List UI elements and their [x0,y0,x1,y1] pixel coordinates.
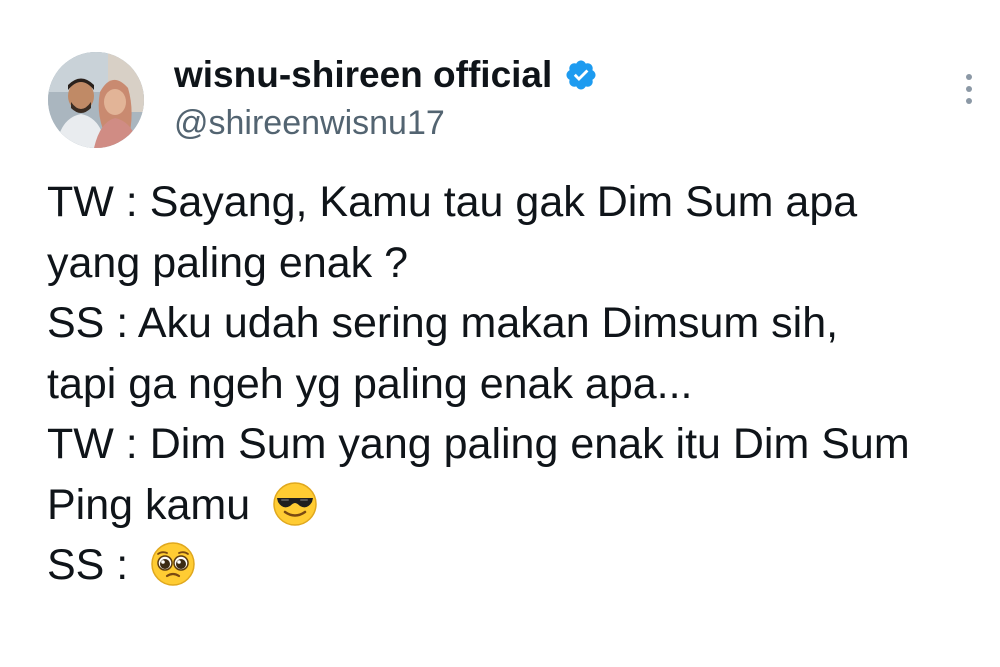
tweet-line: SS : Aku udah sering makan Dimsum sih, [47,299,839,347]
author-display-name[interactable]: wisnu-shireen official [174,52,552,98]
author-name-row: wisnu-shireen official [174,52,598,98]
tweet-line-with-emoji: Ping kamu [47,475,992,536]
tweet-text: TW : Sayang, Kamu tau gak Dim Sum apa ya… [47,172,992,596]
pleading-face-icon [151,542,195,586]
tweet-card: wisnu-shireen official @shireenwisnu17 T… [0,0,1000,667]
more-vertical-icon[interactable] [958,74,980,112]
avatar-photo [48,52,144,148]
verified-badge-icon [566,60,596,90]
smiling-face-with-sunglasses-icon [273,481,317,526]
avatar[interactable] [48,52,144,148]
tweet-line: tapi ga ngeh yg paling enak apa... [47,359,693,408]
tweet-line: yang paling enak ? [47,238,409,287]
author-handle[interactable]: @shireenwisnu17 [174,103,445,143]
tweet-line: TW : Sayang, Kamu tau gak Dim Sum apa [47,178,858,226]
tweet-line-text: SS : [47,541,129,589]
tweet-line-text: Ping kamu [47,480,251,529]
tweet-line: TW : Dim Sum yang paling enak itu Dim Su… [47,420,910,468]
tweet-line-with-emoji: SS : [47,535,992,596]
